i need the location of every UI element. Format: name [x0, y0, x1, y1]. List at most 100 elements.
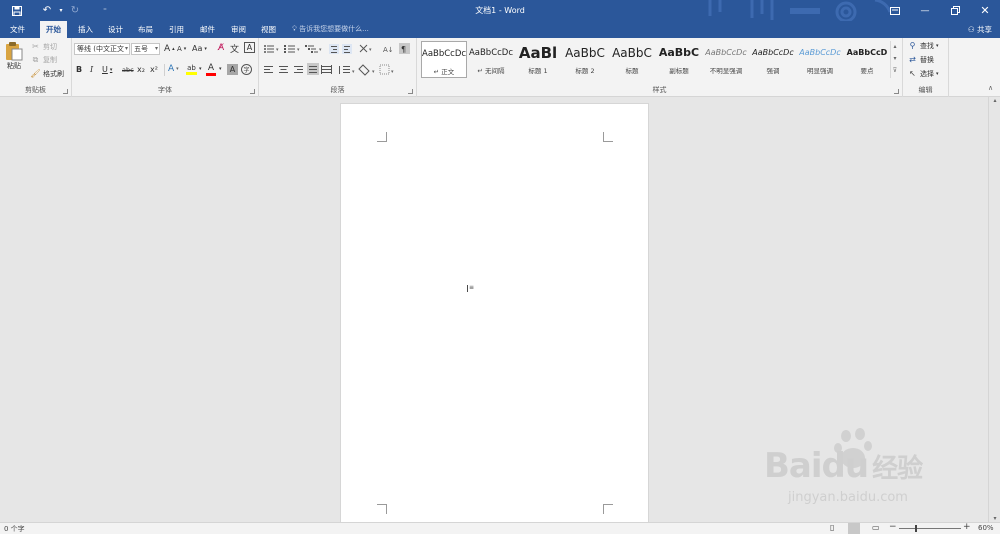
paintbrush-icon: 🖌︎ — [30, 69, 41, 78]
tab-home[interactable]: 开始 — [40, 21, 67, 38]
chevron-up-icon[interactable]: ▴ — [891, 41, 899, 53]
more-styles-icon[interactable]: ⊽ — [891, 65, 899, 77]
numbering-button[interactable] — [282, 41, 300, 55]
sort-button[interactable] — [381, 42, 394, 55]
replace-button[interactable]: ⇄ 替换 — [907, 54, 934, 65]
scroll-down-icon[interactable]: ▾ — [989, 515, 1000, 522]
highlight-button[interactable]: ab — [186, 64, 197, 75]
zoom-slider-thumb[interactable] — [915, 525, 917, 532]
style-subtle-emphasis[interactable]: AaBbCcDc 不明显强调 — [703, 41, 749, 78]
style-intense-emphasis[interactable]: AaBbCcDc 明显强调 — [797, 41, 843, 78]
tab-file[interactable]: 文件 — [4, 21, 31, 38]
close-icon[interactable]: ✕ — [970, 0, 1000, 21]
decrease-indent-button[interactable] — [328, 42, 340, 55]
read-mode-icon[interactable]: ▯ — [830, 523, 834, 532]
paste-button[interactable]: 粘贴 — [4, 41, 24, 71]
multilevel-list-button[interactable] — [303, 41, 321, 55]
phonetic-guide-button[interactable]: 文 — [230, 42, 239, 55]
tab-view[interactable]: 视图 — [255, 21, 282, 38]
tab-layout[interactable]: 布局 — [132, 21, 159, 38]
collapse-ribbon-icon[interactable]: ∧ — [988, 84, 993, 92]
show-marks-button[interactable] — [398, 42, 411, 55]
restore-icon[interactable] — [940, 0, 970, 21]
italic-button[interactable]: I — [90, 65, 93, 74]
tab-review[interactable]: 审阅 — [225, 21, 252, 38]
style-heading-2[interactable]: AaBbC 标题 2 — [562, 41, 608, 78]
align-right-button[interactable] — [292, 63, 305, 76]
format-painter-button[interactable]: 🖌︎ 格式刷 — [30, 68, 64, 79]
style-strong[interactable]: AaBbCcD 要点 — [844, 41, 890, 78]
style-no-spacing[interactable]: AaBbCcDc ↵ 无间隔 — [468, 41, 514, 78]
strikethrough-button[interactable]: abc — [122, 66, 134, 74]
line-spacing-button[interactable] — [337, 63, 355, 76]
cut-button[interactable]: ✂ 剪切 — [30, 41, 57, 52]
align-center-button[interactable] — [277, 63, 290, 76]
font-name-combo[interactable]: 等线 (中文正文 ▾ — [74, 43, 130, 55]
style-subtitle[interactable]: AaBbC 副标题 — [656, 41, 702, 78]
superscript-button[interactable]: x² — [150, 65, 158, 74]
scroll-up-icon[interactable]: ▴ — [989, 97, 1000, 104]
tab-insert[interactable]: 插入 — [72, 21, 99, 38]
font-color-button[interactable]: A — [206, 63, 216, 76]
style-name: ↵ 无间隔 — [477, 67, 505, 75]
zoom-out-icon[interactable]: − — [889, 522, 897, 532]
shrink-font-button[interactable]: A ▾ — [177, 45, 186, 53]
character-border-button[interactable]: A — [244, 42, 255, 53]
chevron-down-icon[interactable]: ▾ — [891, 53, 899, 65]
font-launcher-icon[interactable] — [250, 89, 255, 94]
styles-launcher-icon[interactable] — [894, 89, 899, 94]
tab-design[interactable]: 设计 — [102, 21, 129, 38]
font-color-bar — [206, 73, 216, 76]
text-effects-button[interactable]: A ▾ — [168, 64, 179, 74]
copy-button[interactable]: ⧉ 复制 — [30, 54, 57, 65]
subscript-icon: x₂ — [137, 65, 145, 74]
zoom-level[interactable]: 60% — [978, 524, 994, 532]
chevron-down-icon: ▾ — [936, 42, 939, 49]
clipboard-launcher-icon[interactable] — [63, 89, 68, 94]
character-shading-button[interactable]: A — [227, 64, 238, 75]
ribbon-display-options-icon[interactable] — [880, 0, 910, 21]
tell-me-box[interactable]: 💡︎ 告诉我您想要做什么... — [292, 21, 369, 38]
tab-references[interactable]: 引用 — [163, 21, 190, 38]
select-button[interactable]: ↖ 选择 ▾ — [907, 68, 938, 79]
font-color-dropdown-icon[interactable]: ▾ — [219, 66, 222, 72]
distributed-button[interactable] — [320, 63, 333, 76]
bullets-button[interactable] — [261, 41, 279, 55]
underline-button[interactable]: U ▾ — [102, 65, 112, 74]
bold-button[interactable]: B — [76, 65, 82, 74]
highlight-dropdown-icon[interactable]: ▾ — [199, 66, 202, 72]
document-page[interactable]: I≡ — [340, 103, 649, 533]
web-layout-icon[interactable]: ▭ — [872, 523, 880, 532]
change-case-button[interactable]: Aa ▾ — [192, 44, 207, 53]
styles-gallery-scroll[interactable]: ▴ ▾ ⊽ — [890, 41, 899, 78]
enclose-characters-button[interactable]: 字 — [241, 64, 252, 75]
paragraph-launcher-icon[interactable] — [408, 89, 413, 94]
style-normal[interactable]: AaBbCcDc ↵ 正文 — [421, 41, 467, 78]
find-button[interactable]: ⚲ 查找 ▾ — [907, 40, 939, 51]
subscript-button[interactable]: x₂ — [137, 65, 145, 74]
increase-indent-button[interactable] — [341, 42, 353, 55]
style-preview: AaBbCcDc — [705, 48, 747, 57]
align-left-button[interactable] — [262, 63, 275, 76]
font-size-combo[interactable]: 五号 ▾ — [131, 43, 160, 55]
justify-button[interactable] — [306, 63, 320, 76]
tab-mailings[interactable]: 邮件 — [194, 21, 221, 38]
zoom-in-icon[interactable]: + — [963, 522, 971, 532]
style-emphasis[interactable]: AaBbCcDc 强调 — [750, 41, 796, 78]
clear-formatting-button[interactable]: A̸ — [218, 43, 224, 53]
grow-font-button[interactable]: A ▴ — [164, 44, 175, 54]
watermark-brand-text: Baidu — [764, 446, 869, 486]
borders-button[interactable] — [378, 63, 394, 76]
asian-layout-button[interactable] — [358, 42, 373, 55]
vertical-scrollbar[interactable]: ▴ ▾ — [988, 97, 1000, 522]
zoom-slider[interactable] — [899, 528, 961, 529]
word-count[interactable]: 0 个字 — [4, 524, 25, 534]
style-heading-1[interactable]: AaBl 标题 1 — [515, 41, 561, 78]
style-title[interactable]: AaBbC 标题 — [609, 41, 655, 78]
minimize-icon[interactable]: — — [910, 0, 940, 21]
copy-label: 复制 — [43, 55, 57, 64]
share-button[interactable]: ⚇ 共享 — [968, 22, 992, 37]
shading-button[interactable] — [358, 63, 375, 76]
grow-font-icon: A — [164, 44, 171, 54]
print-layout-icon[interactable] — [848, 523, 860, 534]
